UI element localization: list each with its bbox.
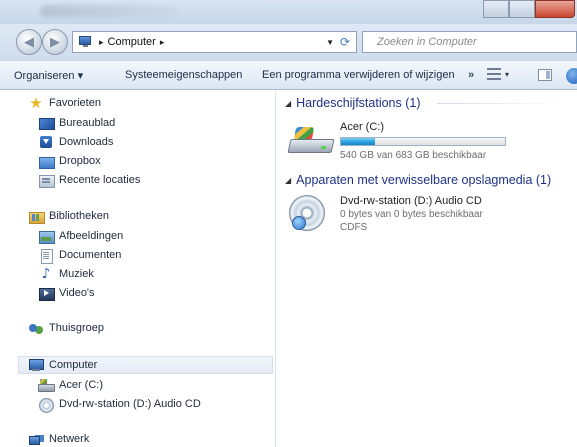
views-dropdown-icon: ▾ <box>505 69 510 79</box>
favorites-star-icon: ★ <box>29 94 43 112</box>
sidebar-item-label: Afbeeldingen <box>59 230 124 242</box>
views-icon <box>487 67 501 81</box>
music-icon: ♪ <box>41 266 51 282</box>
content-pane: ◢ Hardeschijfstations (1) Acer (C:) 540 … <box>277 91 577 447</box>
sidebar-item-videos[interactable]: Video's <box>38 284 95 302</box>
title-bar <box>0 0 577 24</box>
more-commands-button[interactable]: » <box>468 69 474 81</box>
sidebar-item-acer-drive[interactable]: Acer (C:) <box>38 376 103 394</box>
forward-button[interactable]: ▶ <box>42 29 68 55</box>
sidebar-homegroup[interactable]: Thuisgroep <box>28 319 104 337</box>
homegroup-icon <box>28 321 44 335</box>
command-bar: Organiseren ▾ Systeemeigenschappen Een p… <box>0 60 577 90</box>
breadcrumb-separator[interactable]: ▸ <box>99 37 104 48</box>
dvd-name: Dvd-rw-station (D:) Audio CD <box>340 195 482 207</box>
forward-arrow-icon: ▶ <box>50 34 60 50</box>
search-placeholder: Zoeken in Computer <box>377 36 477 48</box>
group-header-label: Apparaten met verwisselbare opslagmedia … <box>296 173 552 187</box>
dropbox-icon <box>38 154 55 169</box>
minimize-button[interactable] <box>483 0 509 18</box>
collapse-triangle-icon[interactable]: ◢ <box>285 176 291 185</box>
sidebar-item-label: Dvd-rw-station (D:) Audio CD <box>59 398 201 410</box>
sidebar-computer[interactable]: Computer <box>18 356 273 374</box>
window-title <box>40 5 180 17</box>
refresh-icon[interactable]: ⟳ <box>337 34 353 50</box>
back-button[interactable]: ◀ <box>16 29 42 55</box>
group-header-removable[interactable]: ◢ Apparaten met verwisselbare opslagmedi… <box>285 171 551 189</box>
sidebar-item-label: Computer <box>49 359 98 371</box>
drive-icon <box>38 378 55 392</box>
sidebar-item-label: Favorieten <box>49 97 101 109</box>
sidebar-item-pictures[interactable]: Afbeeldingen <box>38 227 123 245</box>
group-divider <box>437 103 567 104</box>
drive-capacity-fill <box>341 138 376 145</box>
sidebar-item-label: Downloads <box>59 136 114 148</box>
address-row: ◀ ▶ ▸ Computer ▸ ▼ ⟳ Zoeken in Computer <box>0 24 577 60</box>
sidebar-item-recent-places[interactable]: Recente locaties <box>38 171 140 189</box>
sidebar-item-label: Acer (C:) <box>59 379 103 391</box>
videos-icon <box>38 286 55 301</box>
sidebar-item-dropbox[interactable]: Dropbox <box>38 152 101 170</box>
sidebar-network[interactable]: Netwerk <box>28 430 89 447</box>
sidebar-item-label: Netwerk <box>49 433 90 445</box>
sidebar-item-label: Documenten <box>59 249 122 261</box>
maximize-button[interactable] <box>509 0 535 18</box>
sidebar-item-music[interactable]: ♪ Muziek <box>38 265 94 283</box>
close-button[interactable] <box>535 0 575 18</box>
desktop-icon <box>38 116 55 130</box>
recent-places-icon <box>38 173 55 188</box>
sidebar-item-desktop[interactable]: Bureaublad <box>38 114 115 132</box>
sidebar-item-label: Dropbox <box>59 155 101 167</box>
collapse-triangle-icon[interactable]: ◢ <box>285 99 291 108</box>
group-header-hard-drives[interactable]: ◢ Hardeschijfstations (1) <box>285 94 421 112</box>
group-header-label: Hardeschijfstations (1) <box>296 96 421 110</box>
system-properties-button[interactable]: Systeemeigenschappen <box>125 69 242 81</box>
computer-icon <box>28 358 44 372</box>
window-controls <box>483 0 575 18</box>
drive-capacity-bar <box>340 137 506 146</box>
help-icon[interactable] <box>566 68 577 84</box>
breadcrumb-computer[interactable]: Computer <box>108 36 156 48</box>
sidebar-favorites[interactable]: ★ Favorieten <box>28 94 101 112</box>
address-bar[interactable]: ▸ Computer ▸ ▼ ⟳ <box>72 31 357 53</box>
libraries-icon <box>28 209 45 224</box>
back-arrow-icon: ◀ <box>24 34 34 50</box>
preview-pane-icon[interactable] <box>538 69 552 81</box>
dvd-icon <box>38 397 54 413</box>
breadcrumb-separator[interactable]: ▸ <box>160 37 165 48</box>
change-view-button[interactable]: ▾ <box>487 67 509 81</box>
address-history-dropdown-icon[interactable]: ▼ <box>326 38 334 47</box>
search-input[interactable]: Zoeken in Computer <box>362 31 577 53</box>
organize-button[interactable]: Organiseren ▾ <box>14 69 83 82</box>
downloads-icon <box>38 135 54 149</box>
sidebar-item-documents[interactable]: Documenten <box>38 246 121 264</box>
hard-drive-icon <box>287 125 337 161</box>
drive-name: Acer (C:) <box>340 121 384 133</box>
sidebar-item-label: Bibliotheken <box>49 210 109 222</box>
sidebar-item-label: Bureaublad <box>59 117 116 129</box>
documents-icon <box>38 248 54 264</box>
sidebar-item-dvd-drive[interactable]: Dvd-rw-station (D:) Audio CD <box>38 395 201 413</box>
sidebar-item-label: Thuisgroep <box>49 322 105 334</box>
computer-icon <box>79 36 95 48</box>
sidebar-item-label: Muziek <box>59 268 94 280</box>
sidebar-item-label: Recente locaties <box>59 174 141 186</box>
sidebar-libraries[interactable]: Bibliotheken <box>28 207 109 225</box>
sidebar-item-label: Video's <box>59 287 95 299</box>
drive-free-space: 540 GB van 683 GB beschikbaar <box>340 150 487 161</box>
network-icon <box>28 432 44 446</box>
dvd-free-space: 0 bytes van 0 bytes beschikbaar <box>340 209 483 220</box>
navigation-pane: ★ Favorieten Bureaublad Downloads Dropbo… <box>0 91 276 447</box>
dvd-drive-icon <box>289 195 325 231</box>
uninstall-program-button[interactable]: Een programma verwijderen of wijzigen <box>262 69 455 81</box>
sidebar-item-downloads[interactable]: Downloads <box>38 133 113 151</box>
pictures-icon <box>38 229 55 244</box>
dvd-filesystem: CDFS <box>340 222 368 233</box>
